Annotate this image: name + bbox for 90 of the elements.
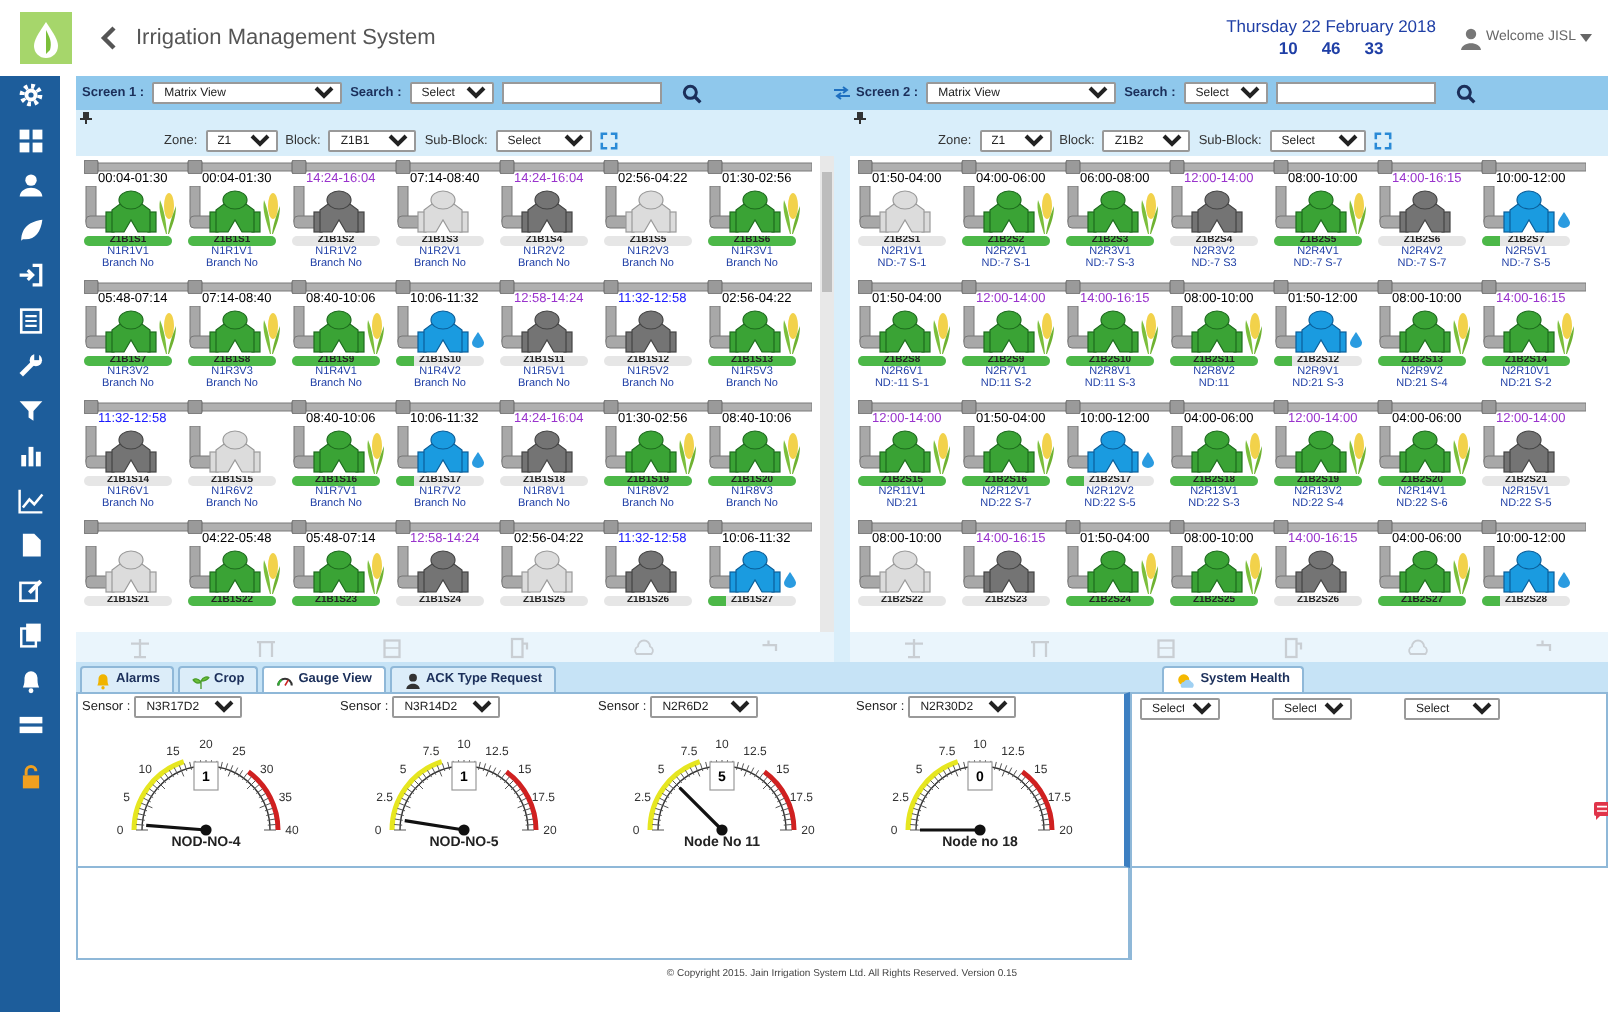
caret-icon [1580, 34, 1592, 42]
sign-in-icon[interactable] [17, 262, 43, 288]
user-icon [1460, 27, 1482, 49]
filter-icon[interactable] [17, 397, 43, 423]
corn-icon [1140, 550, 1158, 594]
search-icon[interactable] [681, 83, 702, 103]
weather-icon [1176, 671, 1197, 689]
bar-chart-icon[interactable] [17, 442, 43, 468]
corn-icon [366, 310, 384, 354]
app-title: Irrigation Management System [136, 23, 436, 54]
corn-icon [932, 310, 950, 354]
list-icon[interactable] [17, 307, 43, 333]
water-drop-icon [472, 332, 484, 348]
pin-icon[interactable] [854, 112, 866, 124]
corn-icon [366, 550, 384, 594]
corn-icon [1452, 310, 1470, 354]
cloud-icon [632, 635, 657, 659]
corn-icon [782, 310, 800, 354]
corn-icon [1452, 550, 1470, 594]
tank-icon [1153, 635, 1178, 659]
clock-digits: 10 [1278, 38, 1298, 58]
corn-icon [158, 190, 176, 234]
pipe-icon [253, 635, 278, 659]
pin-icon[interactable] [80, 112, 92, 124]
scrollbar[interactable] [820, 156, 834, 632]
gauge-needle [678, 786, 728, 836]
corn-icon [158, 310, 176, 354]
gauge-needle [146, 823, 212, 836]
leaf-icon[interactable] [17, 217, 43, 243]
sprinkler-icon [901, 635, 926, 659]
lock-icon[interactable] [17, 763, 43, 789]
edit-icon[interactable] [17, 577, 43, 603]
swap-icon[interactable] [834, 86, 850, 100]
cloud-icon [1406, 635, 1431, 659]
date-text: Thursday 22 February 2018 [1226, 16, 1436, 38]
user-icon[interactable] [17, 172, 43, 198]
clock-digits: 33 [1364, 38, 1384, 58]
water-drop-icon [472, 452, 484, 468]
corn-icon [1556, 310, 1574, 354]
corn-icon [1140, 190, 1158, 234]
corn-icon [1036, 430, 1054, 474]
expand-icon[interactable] [599, 132, 618, 150]
corn-icon [1244, 550, 1262, 594]
water-drop-icon [1558, 212, 1570, 228]
sprinkler-icon [127, 635, 152, 659]
corn-icon [1348, 430, 1366, 474]
corn-icon [1036, 190, 1054, 234]
water-drop-icon [784, 572, 796, 588]
pipe-icon [1027, 635, 1052, 659]
logo-icon [20, 12, 72, 64]
corn-icon [262, 310, 280, 354]
corn-icon [678, 430, 696, 474]
corn-icon [1452, 430, 1470, 474]
water-drop-icon [1142, 452, 1154, 468]
expand-icon[interactable] [1373, 132, 1392, 150]
bell-icon [94, 671, 112, 689]
back-icon[interactable] [100, 26, 120, 50]
gauge-needle [404, 819, 470, 836]
search-field[interactable] [1275, 82, 1436, 104]
bell-icon[interactable] [17, 667, 43, 693]
wrench-icon[interactable] [17, 352, 43, 378]
water-drop-icon [1558, 572, 1570, 588]
corn-icon [1244, 310, 1262, 354]
settings-icon[interactable] [17, 82, 43, 108]
pump-icon [506, 635, 531, 659]
search-field[interactable] [501, 82, 662, 104]
corn-icon [1140, 310, 1158, 354]
pump-icon [1280, 635, 1305, 659]
corn-icon [366, 430, 384, 474]
water-drop-icon [1350, 332, 1362, 348]
corn-icon [1244, 430, 1262, 474]
clock-digits: 46 [1321, 38, 1341, 58]
corn-icon [932, 430, 950, 474]
user-icon [403, 671, 422, 689]
gauge-needle [920, 824, 986, 836]
corn-icon [782, 430, 800, 474]
chat-icon[interactable] [1594, 802, 1608, 820]
line-chart-icon[interactable] [17, 487, 43, 513]
grid-icon[interactable] [17, 127, 43, 153]
document-icon[interactable] [17, 532, 43, 558]
corn-icon [262, 550, 280, 594]
corn-icon [782, 190, 800, 234]
copy-icon[interactable] [17, 622, 43, 648]
tank-icon [379, 635, 404, 659]
server-icon[interactable] [17, 712, 43, 738]
corn-icon [262, 190, 280, 234]
corn-icon [1348, 190, 1366, 234]
sprout-icon [192, 671, 211, 689]
search-icon[interactable] [1455, 83, 1476, 103]
corn-icon [1036, 310, 1054, 354]
